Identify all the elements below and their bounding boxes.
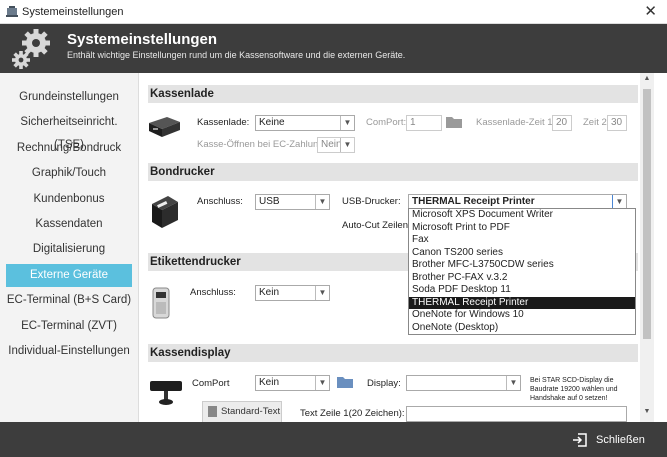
sidebar-item-externe-geraete[interactable]: Externe Geräte bbox=[6, 264, 132, 287]
kassenlade-select[interactable]: Keine ▼ bbox=[255, 115, 355, 131]
chevron-down-icon: ▼ bbox=[315, 286, 329, 300]
customer-display-icon bbox=[150, 381, 182, 405]
app-icon bbox=[6, 6, 18, 17]
display-comport-label: ComPort bbox=[192, 378, 230, 389]
zeile1-label: Text Zeile 1(20 Zeichen): bbox=[300, 408, 405, 419]
section-kassenlade: Kassenlade bbox=[148, 85, 638, 103]
comport-label: ComPort: bbox=[366, 117, 407, 128]
close-icon[interactable]: ✕ bbox=[644, 2, 657, 20]
sidebar-item-kundenbonus[interactable]: Kundenbonus bbox=[6, 188, 132, 211]
sidebar-item-ec-terminal-bs[interactable]: EC-Terminal (B+S Card) bbox=[6, 289, 132, 312]
section-bondrucker: Bondrucker bbox=[148, 163, 638, 181]
ec-open-label: Kasse-Öffnen bei EC-Zahlung: bbox=[197, 139, 327, 150]
footer-bar: Schließen bbox=[0, 422, 667, 457]
dropdown-option[interactable]: Microsoft XPS Document Writer bbox=[409, 209, 635, 222]
sidebar-item-ec-terminal-zvt[interactable]: EC-Terminal (ZVT) bbox=[6, 315, 132, 338]
display-hint-note: Bei STAR SCD-Display die Baudrate 19200 … bbox=[530, 377, 618, 402]
dropdown-option[interactable]: Microsoft Print to PDF bbox=[409, 222, 635, 235]
chevron-down-icon: ▼ bbox=[612, 195, 626, 209]
usb-drucker-label: USB-Drucker: bbox=[342, 196, 401, 207]
page-title: Systemeinstellungen bbox=[67, 31, 218, 48]
kassenlade-zeit1-field[interactable]: 20 bbox=[552, 115, 572, 131]
dropdown-option[interactable]: Fax bbox=[409, 234, 635, 247]
kassenlade-zeit2-label: Zeit 2: bbox=[583, 117, 610, 128]
kassenlade-label: Kassenlade: bbox=[197, 117, 250, 128]
cash-drawer-icon bbox=[149, 117, 180, 137]
etiketten-anschluss-select[interactable]: Kein ▼ bbox=[255, 285, 330, 301]
bondrucker-anschluss-label: Anschluss: bbox=[197, 196, 243, 207]
scroll-down-icon[interactable]: ▼ bbox=[640, 408, 654, 420]
dropdown-option-selected[interactable]: THERMAL Receipt Printer bbox=[409, 296, 635, 309]
gear-icon bbox=[12, 29, 50, 69]
exit-icon bbox=[573, 433, 587, 447]
bondrucker-anschluss-select[interactable]: USB ▼ bbox=[255, 194, 330, 210]
sidebar-item-individual[interactable]: Individual-Einstellungen bbox=[6, 340, 132, 363]
content-scrollbar[interactable]: ▲ ▼ bbox=[640, 73, 654, 422]
comport-field[interactable]: 1 bbox=[406, 115, 442, 131]
chevron-down-icon: ▼ bbox=[315, 376, 329, 390]
dropdown-option[interactable]: Canon TS200 series bbox=[409, 247, 635, 260]
scrollbar-thumb[interactable] bbox=[643, 89, 651, 339]
sidebar-item-tse[interactable]: Sicherheitseinricht. (TSE) bbox=[6, 111, 132, 151]
page-subtitle: Enthält wichtige Einstellungen rund um d… bbox=[67, 50, 406, 60]
autocut-label: Auto-Cut Zeilen: bbox=[342, 220, 411, 231]
usb-drucker-dropdown-list[interactable]: Microsoft XPS Document Writer Microsoft … bbox=[408, 208, 636, 335]
document-icon bbox=[208, 406, 217, 417]
kassenlade-zeit2-field[interactable]: 30 bbox=[607, 115, 627, 131]
sidebar-item-digitalisierung[interactable]: Digitalisierung bbox=[6, 238, 132, 261]
dropdown-option[interactable]: OneNote (Desktop) bbox=[409, 322, 635, 335]
chevron-down-icon: ▼ bbox=[315, 195, 329, 209]
standard-text-button[interactable]: Standard-Text bbox=[202, 401, 282, 422]
close-button[interactable]: Schließen bbox=[572, 431, 645, 449]
chevron-down-icon: ▼ bbox=[340, 116, 354, 130]
sidebar-item-grundeinstellungen[interactable]: Grundeinstellungen bbox=[6, 86, 132, 109]
sidebar: Grundeinstellungen Sicherheitseinricht. … bbox=[0, 73, 139, 422]
display-label: Display: bbox=[367, 378, 401, 389]
label-printer-icon bbox=[152, 287, 170, 319]
right-margin bbox=[654, 73, 667, 422]
ec-open-select[interactable]: Nein ▼ bbox=[317, 137, 355, 153]
header-banner: Systemeinstellungen Enthält wichtige Ein… bbox=[0, 24, 667, 73]
scroll-up-icon[interactable]: ▲ bbox=[640, 75, 654, 87]
chevron-down-icon: ▼ bbox=[340, 138, 354, 152]
dropdown-option[interactable]: Soda PDF Desktop 11 bbox=[409, 284, 635, 297]
sidebar-item-kassendaten[interactable]: Kassendaten bbox=[6, 213, 132, 236]
etiketten-anschluss-label: Anschluss: bbox=[190, 287, 236, 298]
receipt-printer-icon bbox=[152, 196, 178, 228]
folder-icon[interactable] bbox=[445, 115, 463, 129]
dropdown-option[interactable]: Brother MFC-L3750CDW series bbox=[409, 259, 635, 272]
dropdown-option[interactable]: OneNote for Windows 10 bbox=[409, 309, 635, 322]
zeile1-field[interactable] bbox=[406, 406, 627, 422]
display-select[interactable]: ▼ bbox=[406, 375, 521, 391]
window-title: Systemeinstellungen bbox=[22, 6, 124, 18]
section-kassendisplay: Kassendisplay bbox=[148, 344, 638, 362]
display-comport-select[interactable]: Kein ▼ bbox=[255, 375, 330, 391]
sidebar-item-rechnung[interactable]: Rechnung/Bondruck bbox=[6, 137, 132, 160]
dropdown-option[interactable]: Brother PC-FAX v.3.2 bbox=[409, 272, 635, 285]
kassenlade-zeit1-label: Kassenlade-Zeit 1: bbox=[476, 117, 556, 128]
window-titlebar: Systemeinstellungen ✕ bbox=[0, 0, 667, 24]
folder-icon[interactable] bbox=[336, 375, 354, 389]
chevron-down-icon: ▼ bbox=[506, 376, 520, 390]
sidebar-item-graphik[interactable]: Graphik/Touch bbox=[6, 162, 132, 185]
